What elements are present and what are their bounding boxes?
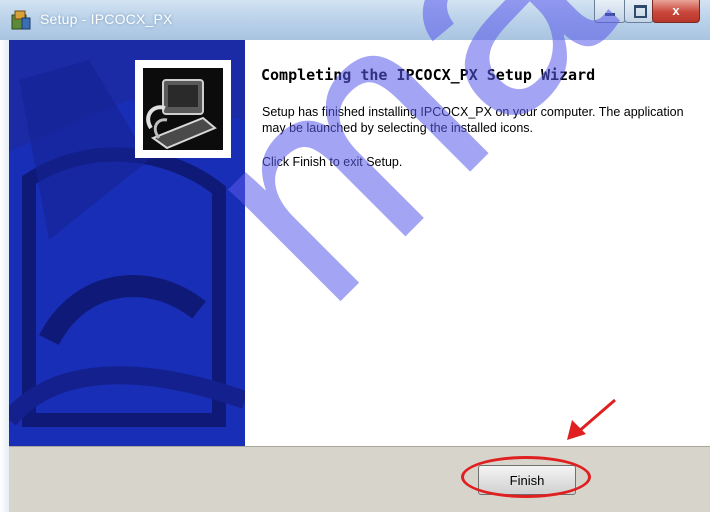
close-icon: x <box>672 3 680 18</box>
setup-window: Setup - IPCOCX_PX x Completing the IPCOC… <box>0 0 710 512</box>
finish-highlight-ellipse <box>461 456 591 498</box>
wizard-footer <box>9 446 710 512</box>
maximize-button[interactable] <box>624 0 654 23</box>
close-button[interactable]: x <box>652 0 700 23</box>
minimize-button[interactable] <box>594 0 626 23</box>
wizard-content: Completing the IPCOCX_PX Setup Wizard Se… <box>245 40 710 446</box>
window-title: Setup - IPCOCX_PX <box>40 11 173 27</box>
wizard-heading: Completing the IPCOCX_PX Setup Wizard <box>261 66 596 84</box>
window-border <box>0 40 9 512</box>
minimize-icon <box>605 13 615 16</box>
title-bar[interactable]: Setup - IPCOCX_PX x <box>0 0 710 40</box>
wizard-instruction: Click Finish to exit Setup. <box>262 155 403 169</box>
setup-installer-icon <box>10 9 32 31</box>
maximize-icon <box>634 5 647 18</box>
wizard-side-panel <box>9 40 245 446</box>
computer-install-icon <box>135 60 231 158</box>
wizard-description: Setup has finished installing IPCOCX_PX … <box>262 105 684 135</box>
